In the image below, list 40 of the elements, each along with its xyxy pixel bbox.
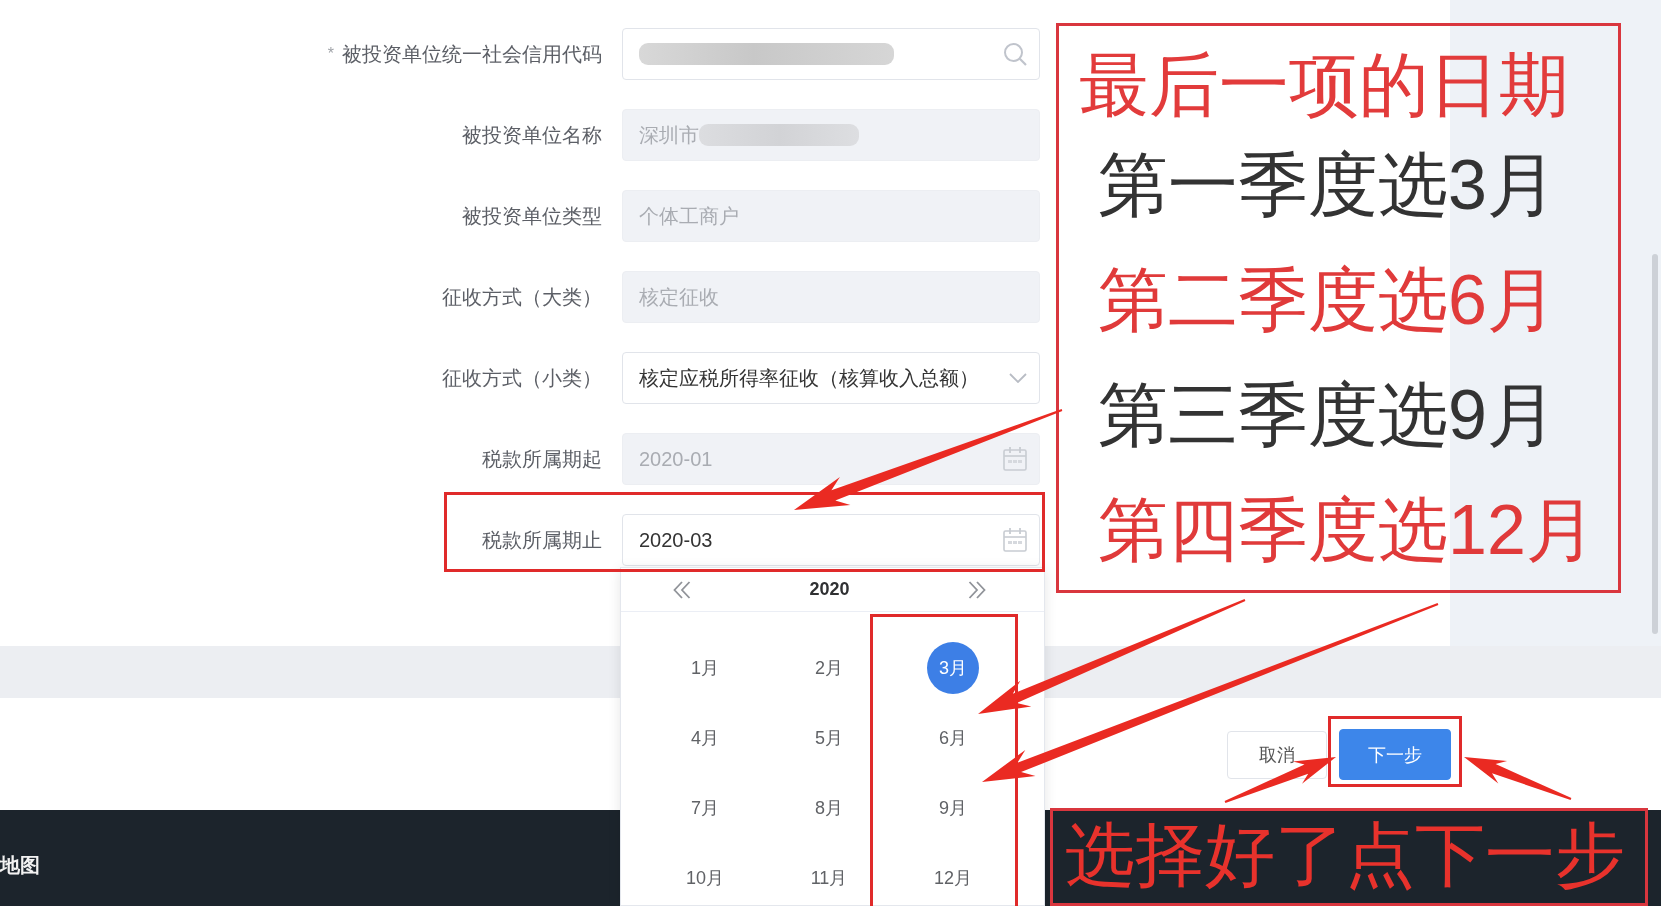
annotation-line: 第一季度选3月	[1098, 145, 1557, 225]
month-option[interactable]: 11月	[810, 866, 848, 890]
calendar-icon	[1003, 447, 1027, 471]
field-label: 征收方式（大类）	[442, 284, 602, 310]
annotation-line: 第四季度选12月	[1098, 490, 1596, 570]
month-option[interactable]: 1月	[691, 656, 719, 680]
month-option[interactable]: 6月	[939, 726, 967, 750]
year-label: 2020	[809, 579, 850, 600]
month-option[interactable]: 7月	[691, 796, 719, 820]
month-option[interactable]: 8月	[815, 796, 843, 820]
required-mark: *	[327, 45, 334, 63]
calendar-icon	[1003, 528, 1027, 552]
month-option[interactable]: 9月	[939, 796, 967, 820]
chevron-down-icon	[1009, 373, 1027, 383]
field-label: 被投资单位名称	[462, 122, 602, 148]
annotation-line: 第二季度选6月	[1098, 260, 1557, 340]
annotation-line: 第三季度选9月	[1098, 375, 1557, 455]
field-label: 征收方式（小类）	[442, 365, 602, 391]
month-option[interactable]: 5月	[815, 726, 843, 750]
primary-button[interactable]: 下一步	[1339, 729, 1451, 780]
date-field[interactable]: 2020-03	[622, 514, 1040, 566]
double-chevron-right-icon[interactable]	[968, 580, 986, 599]
field-label: 税款所属期止	[482, 527, 602, 553]
field-label: 税款所属期起	[482, 446, 602, 472]
month-option[interactable]: 12月	[934, 866, 972, 890]
month-option[interactable]: 4月	[691, 726, 719, 750]
annotation-note: 选择好了点下一步	[1065, 815, 1625, 896]
search-icon[interactable]	[1003, 42, 1027, 66]
month-option[interactable]: 10月	[686, 866, 724, 890]
select-field[interactable]: 核定应税所得率征收（核算收入总额）	[622, 352, 1040, 404]
double-chevron-left-icon[interactable]	[673, 580, 691, 599]
month-option[interactable]: 3月	[927, 642, 979, 694]
field-label: 被投资单位类型	[462, 203, 602, 229]
annotation-title: 最后一项的日期	[1079, 45, 1569, 125]
search-field[interactable]	[622, 28, 1040, 80]
footer-link[interactable]: 地图	[0, 851, 40, 879]
scrollbar-thumb[interactable]	[1652, 254, 1658, 634]
month-option[interactable]: 2月	[815, 656, 843, 680]
default-button[interactable]: 取消	[1227, 730, 1327, 779]
field-label: 被投资单位统一社会信用代码	[342, 41, 602, 67]
